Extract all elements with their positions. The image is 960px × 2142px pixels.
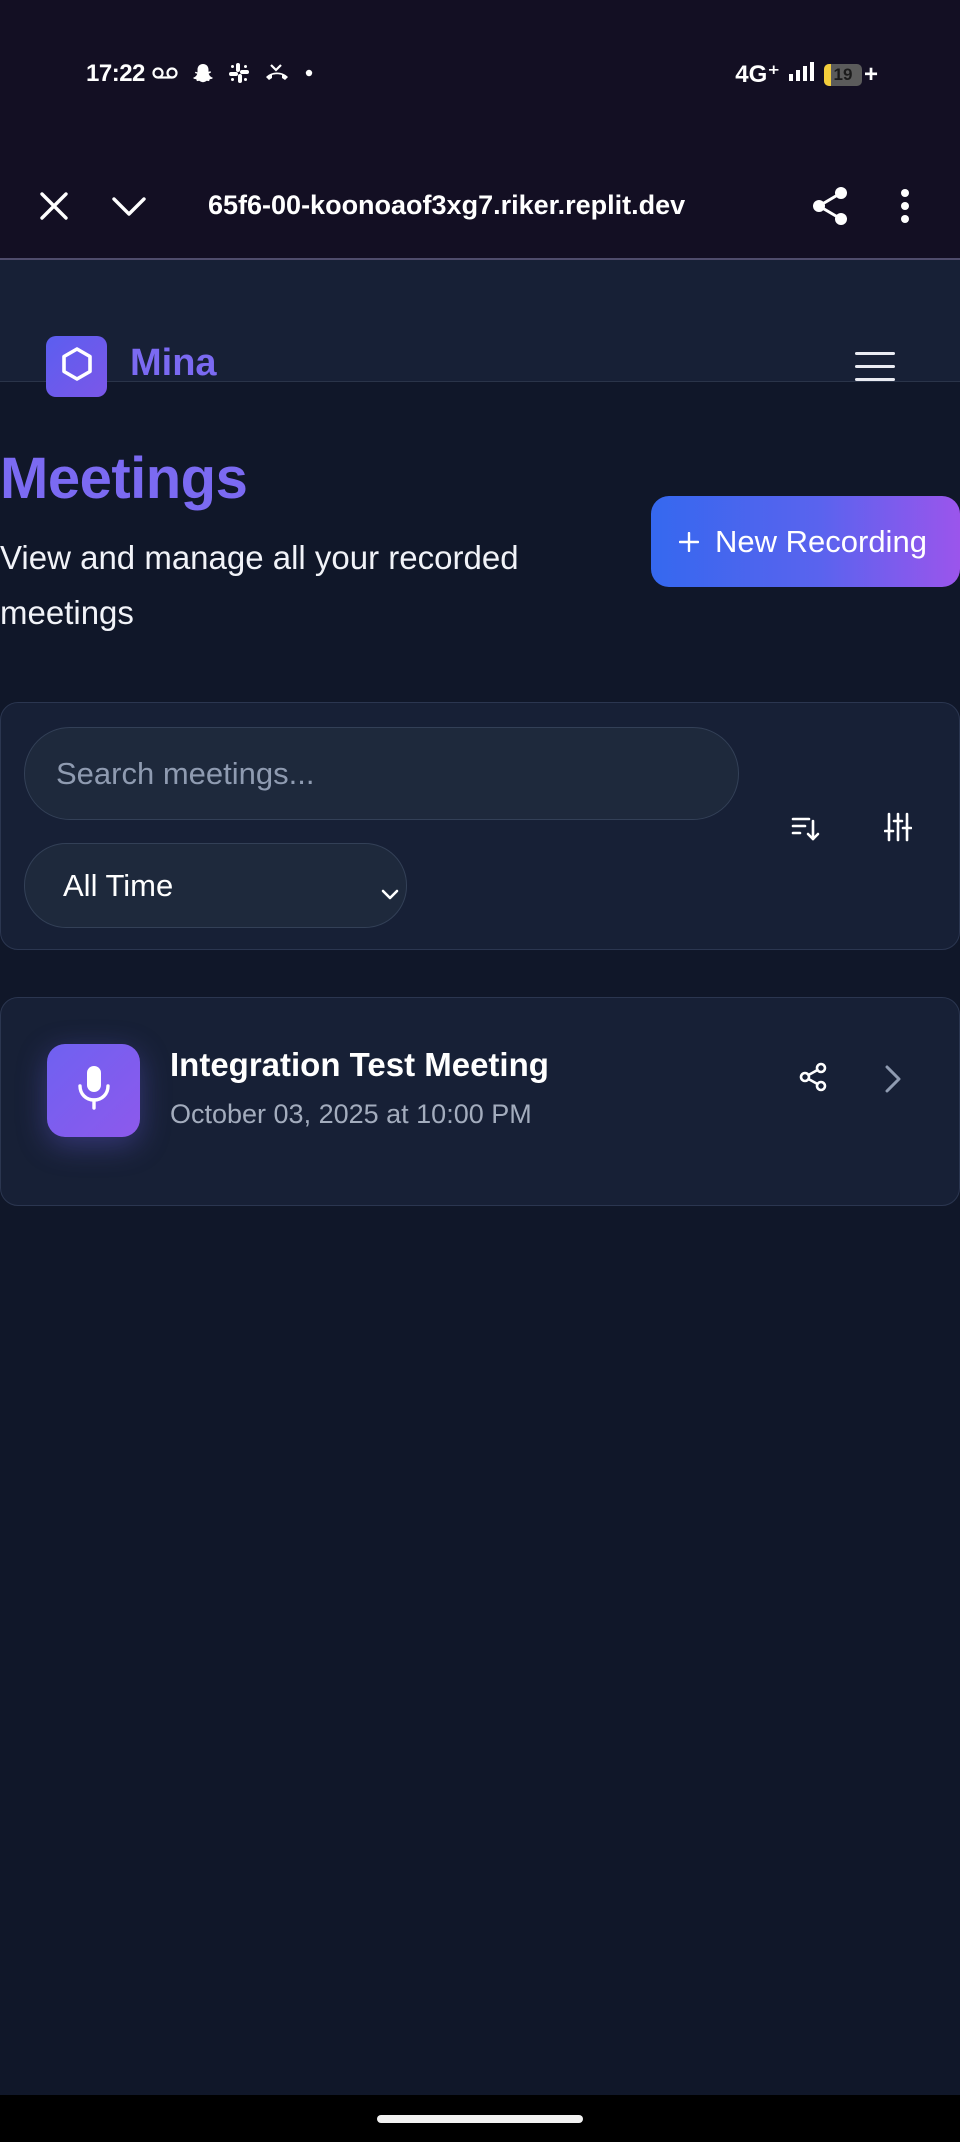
logo[interactable]	[46, 336, 107, 397]
status-bar: 17:22 4G⁺ 19 +	[0, 0, 960, 150]
meeting-icon-box	[47, 1044, 140, 1137]
close-icon[interactable]	[38, 190, 70, 227]
voicemail-icon	[152, 66, 178, 80]
chevron-down-icon[interactable]	[111, 196, 147, 223]
new-recording-button[interactable]: New Recording	[651, 496, 960, 587]
meeting-title[interactable]: Integration Test Meeting	[170, 1046, 549, 1084]
new-recording-label: New Recording	[715, 523, 927, 559]
more-vert-icon[interactable]	[899, 188, 911, 229]
battery-level: 19	[833, 64, 853, 84]
signal-icon	[788, 60, 816, 89]
network-type: 4G⁺	[735, 61, 780, 88]
time-range-select[interactable]: All Time	[24, 843, 407, 928]
home-indicator[interactable]	[377, 2115, 583, 2123]
charging-indicator: +	[863, 60, 878, 88]
missed-call-icon	[264, 63, 290, 83]
status-right: 4G⁺ 19 +	[735, 60, 878, 89]
sort-icon[interactable]	[790, 813, 820, 848]
snapchat-icon	[192, 62, 214, 84]
plus-icon	[678, 524, 700, 560]
page-subtitle: View and manage all your recorded meetin…	[0, 539, 519, 631]
page-title: Meetings	[0, 446, 248, 511]
hexagon-icon	[58, 345, 96, 388]
share-icon[interactable]	[811, 186, 849, 231]
url-bar[interactable]: 65f6-00-koonoaof3xg7.riker.replit.dev	[208, 190, 685, 221]
battery-icon: 19 +	[823, 60, 878, 89]
meeting-date: October 03, 2025 at 10:00 PM	[170, 1099, 532, 1129]
chevron-right-icon[interactable]	[884, 1064, 902, 1099]
search-input[interactable]	[24, 727, 739, 820]
brand-name[interactable]: Mina	[130, 342, 217, 385]
status-time: 17:22	[86, 60, 145, 87]
meeting-card[interactable]: Integration Test Meeting October 03, 202…	[0, 997, 960, 1206]
slack-icon	[228, 62, 250, 84]
dot-icon	[304, 68, 314, 78]
browser-toolbar: 65f6-00-koonoaof3xg7.riker.replit.dev	[0, 150, 960, 260]
chevron-down-icon	[380, 874, 400, 910]
filter-card: All Time	[0, 702, 960, 950]
share-meeting-icon[interactable]	[798, 1062, 828, 1097]
notification-icons	[152, 62, 314, 84]
system-nav-bar	[0, 2095, 960, 2142]
sliders-icon[interactable]	[883, 811, 913, 848]
mic-icon	[76, 1064, 112, 1117]
time-range-value: All Time	[63, 867, 174, 903]
hamburger-icon[interactable]	[855, 352, 895, 386]
